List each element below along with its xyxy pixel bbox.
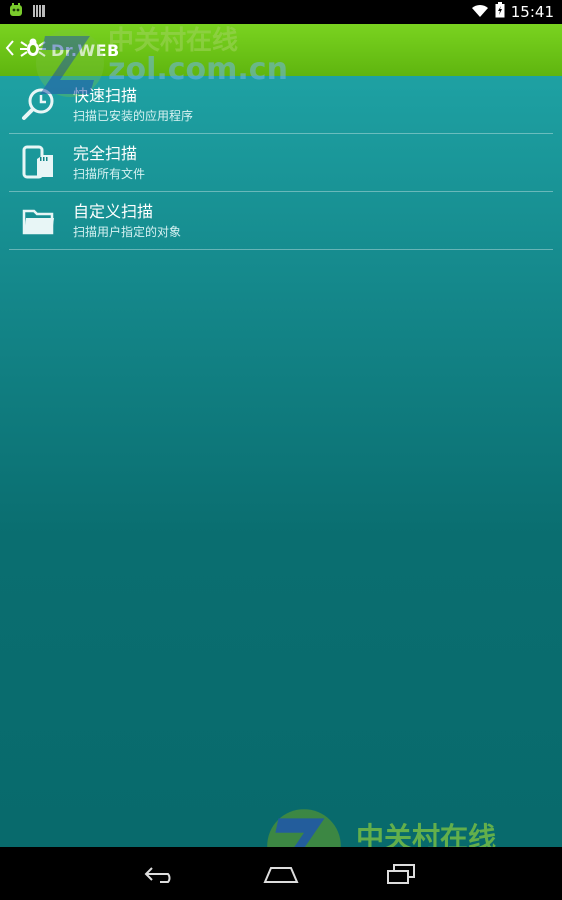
barcode-notification-icon <box>32 3 46 22</box>
clock-search-icon <box>19 85 59 125</box>
menu-item-title: 自定义扫描 <box>73 201 154 221</box>
status-bar: 15:41 <box>0 0 562 24</box>
wifi-icon <box>471 3 489 22</box>
spider-logo-icon <box>19 34 47 66</box>
android-notification-icon <box>8 2 24 22</box>
menu-item-subtitle: 扫描所有文件 <box>73 166 146 181</box>
menu-item-subtitle: 扫描用户指定的对象 <box>73 224 182 239</box>
menu-item-title: 完全扫描 <box>73 143 138 163</box>
custom-scan-item[interactable]: 自定义扫描 扫描用户指定的对象 <box>9 192 553 250</box>
battery-charging-icon <box>495 2 505 22</box>
recent-apps-button[interactable] <box>376 859 426 889</box>
home-button[interactable] <box>256 859 306 889</box>
menu-item-title: 快速扫描 <box>73 85 138 105</box>
quick-scan-item[interactable]: 快速扫描 扫描已安装的应用程序 <box>9 76 553 134</box>
menu-item-subtitle: 扫描已安装的应用程序 <box>73 108 194 123</box>
app-title: Dr.WEB <box>51 40 120 60</box>
home-icon <box>263 867 299 883</box>
clock: 15:41 <box>510 3 554 21</box>
action-bar: Dr.WEB <box>0 24 562 76</box>
device-sdcard-icon <box>19 143 59 183</box>
navigation-bar <box>0 847 562 900</box>
home-up-button[interactable]: Dr.WEB <box>5 34 120 66</box>
back-arrow-icon <box>144 867 171 883</box>
folder-icon <box>19 201 59 241</box>
recent-apps-icon <box>387 864 415 884</box>
full-scan-item[interactable]: 完全扫描 扫描所有文件 <box>9 134 553 192</box>
scan-menu: 快速扫描 扫描已安装的应用程序 完全扫描 扫描所有文件 自定义扫描 扫描用户指定… <box>0 76 562 847</box>
back-button[interactable] <box>136 859 186 889</box>
chevron-left-icon <box>5 39 15 61</box>
